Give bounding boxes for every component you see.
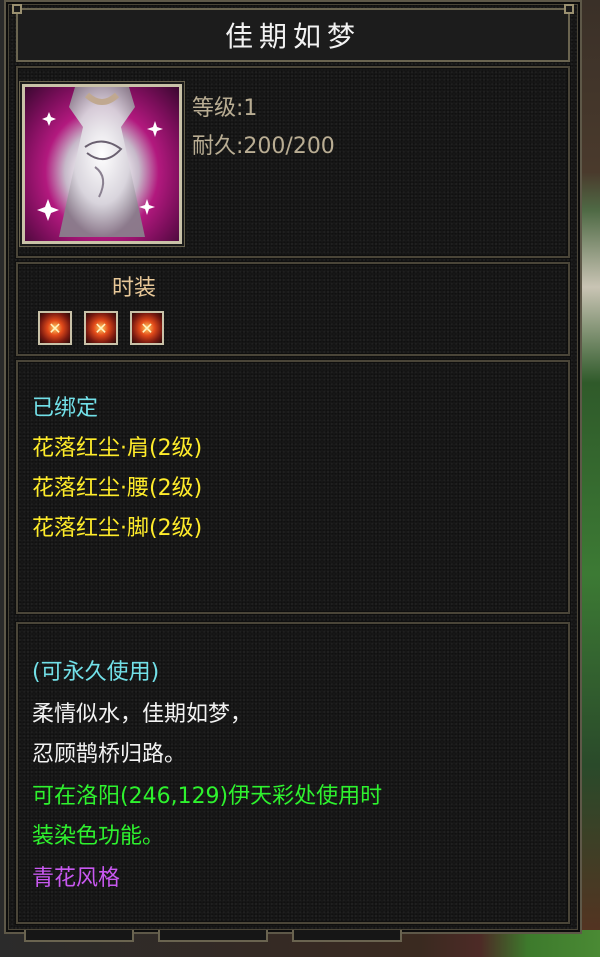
item-name: 佳期如梦 bbox=[224, 20, 361, 53]
dye-info-line: 可在洛阳(246,129)伊天彩处使用时 bbox=[32, 784, 383, 809]
gem-slot-icon: ✕ bbox=[84, 311, 118, 345]
style-tag: 青花风格 bbox=[32, 866, 121, 891]
bottom-tab bbox=[158, 930, 268, 942]
set-piece-waist: 花落红尘·腰(2级) bbox=[32, 476, 203, 501]
gem-slot-icon: ✕ bbox=[38, 311, 72, 345]
flavor-text-line: 柔情似水，佳期如梦， bbox=[32, 702, 253, 727]
item-level: 等级:1 bbox=[192, 96, 258, 121]
corner-ornament-icon bbox=[12, 4, 22, 14]
item-icon bbox=[22, 84, 182, 244]
wedding-dress-icon bbox=[37, 87, 163, 237]
corner-ornament-icon bbox=[564, 4, 574, 14]
item-tooltip-panel: 佳期如梦 等级:1 耐久:200/200 时装 ✕ ✕ ✕ 已绑定 花落红尘·肩… bbox=[4, 0, 582, 934]
bound-status: 已绑定 bbox=[32, 396, 99, 421]
set-piece-feet: 花落红尘·脚(2级) bbox=[32, 516, 203, 541]
item-durability: 耐久:200/200 bbox=[192, 134, 335, 159]
bottom-tab bbox=[24, 930, 134, 942]
set-piece-shoulder: 花落红尘·肩(2级) bbox=[32, 436, 203, 461]
item-category: 时装 bbox=[112, 276, 157, 301]
dye-info-line: 装染色功能。 bbox=[32, 824, 165, 849]
usage-duration: (可永久使用) bbox=[32, 660, 160, 685]
tooltip-title-bar: 佳期如梦 bbox=[16, 8, 570, 62]
bottom-tab bbox=[292, 930, 402, 942]
gem-slot-icon: ✕ bbox=[130, 311, 164, 345]
flavor-text-line: 忍顾鹊桥归路。 bbox=[32, 742, 187, 767]
